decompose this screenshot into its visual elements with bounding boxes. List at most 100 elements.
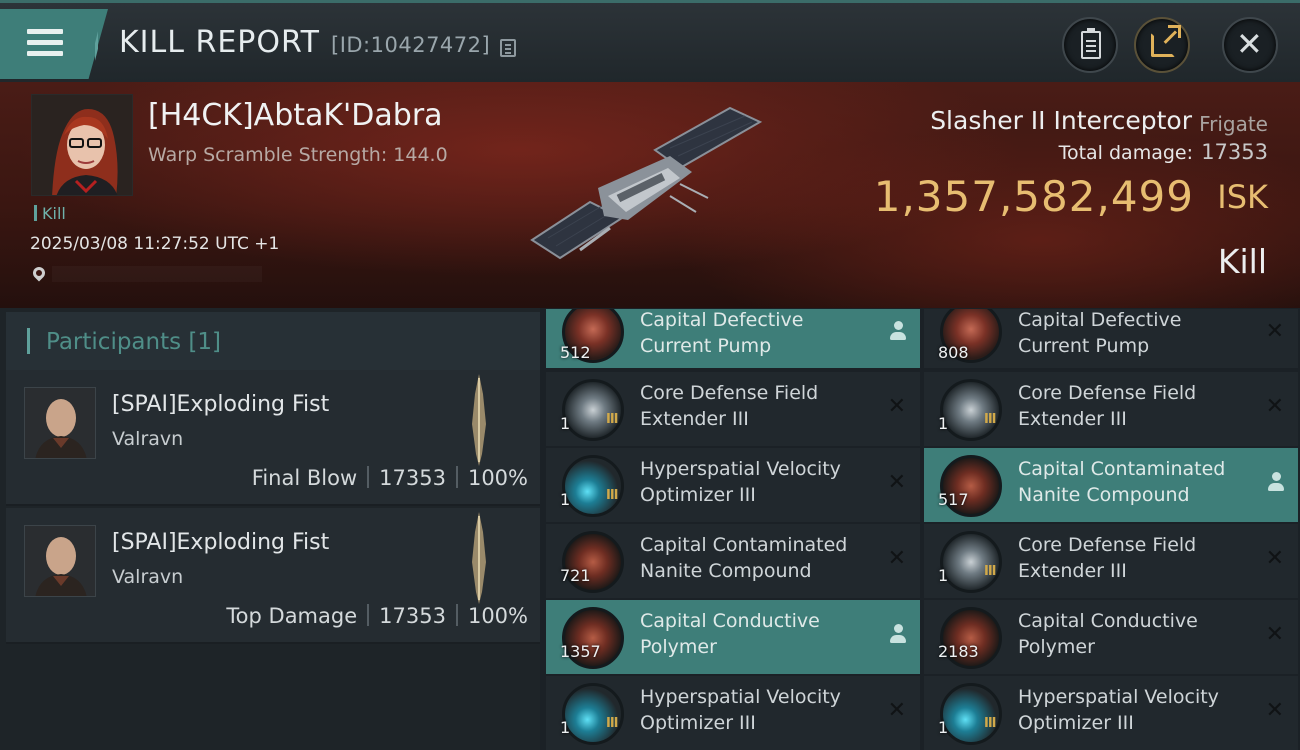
module-item[interactable]: 1 III Hyperspatial Velocity Optimizer III ✕: [546, 448, 920, 522]
close-icon: ✕: [1236, 25, 1263, 63]
divider: [367, 604, 370, 626]
destroyed-x-icon: ✕: [1265, 546, 1284, 571]
module-quantity: 1: [560, 490, 571, 509]
participant-name: [SPAI]Exploding Fist: [112, 392, 330, 417]
module-item[interactable]: 512 Capital Defective Current Pump: [546, 309, 920, 368]
participant-row[interactable]: [SPAI]Exploding Fist Valravn Final Blow 1…: [6, 370, 540, 506]
share-icon: [1151, 25, 1181, 57]
hamburger-icon-line: [27, 40, 63, 45]
victim-portrait[interactable]: [31, 94, 133, 196]
destroyed-x-icon: ✕: [887, 698, 906, 723]
participant-ship-icon[interactable]: [468, 512, 490, 604]
avatar[interactable]: [24, 387, 96, 459]
participant-corp: Valravn: [112, 566, 184, 588]
module-item[interactable]: 1 III Hyperspatial Velocity Optimizer III ✕: [546, 676, 920, 750]
share-button[interactable]: [1134, 17, 1190, 73]
module-tier-badge: III: [606, 488, 618, 503]
module-item[interactable]: 1 III Core Defense Field Extender III ✕: [924, 524, 1298, 598]
module-name: Capital Conductive Polymer: [1018, 610, 1198, 658]
victim-portrait-image: [32, 95, 132, 195]
velocity-optimizer-icon: [562, 683, 624, 745]
module-quantity: 721: [560, 566, 591, 585]
module-tier-badge: III: [606, 412, 618, 427]
module-tier-badge: III: [984, 412, 996, 427]
ship-silhouette-icon: [472, 374, 486, 466]
avatar[interactable]: [24, 525, 96, 597]
participants-panel: Participants [1] [SPAI]Exploding Fist Va…: [0, 308, 540, 750]
participant-damage: 17353: [379, 604, 446, 628]
shield-extender-icon: [562, 379, 624, 441]
copy-icon[interactable]: [500, 39, 516, 57]
clipboard-button[interactable]: [1062, 17, 1118, 73]
hamburger-icon-line: [27, 51, 63, 56]
victim-subtitle: Warp Scramble Strength: 144.0: [148, 144, 448, 166]
velocity-optimizer-icon: [562, 455, 624, 517]
dropped-person-icon: [890, 624, 906, 646]
module-name: Capital Conductive Polymer: [640, 610, 820, 658]
module-item[interactable]: 1357 Capital Conductive Polymer: [546, 600, 920, 674]
module-name: Capital Defective Current Pump: [1018, 309, 1182, 357]
participant-role: Final Blow: [251, 466, 358, 490]
module-item[interactable]: 721 Capital Contaminated Nanite Compound ✕: [546, 524, 920, 598]
module-tier-badge: III: [606, 716, 618, 731]
module-name: Capital Contaminated Nanite Compound: [1018, 458, 1226, 506]
participant-row[interactable]: [SPAI]Exploding Fist Valravn Top Damage 1…: [6, 508, 540, 644]
module-name: Hyperspatial Velocity Optimizer III: [1018, 686, 1219, 734]
divider: [455, 466, 458, 488]
participant-ship-icon[interactable]: [468, 374, 490, 466]
close-button[interactable]: ✕: [1222, 17, 1278, 73]
avatar-image: [25, 388, 95, 458]
module-name: Capital Defective Current Pump: [640, 309, 804, 357]
participant-percent: 100%: [467, 466, 528, 490]
module-name: Hyperspatial Velocity Optimizer III: [640, 686, 841, 734]
participants-title: Participants [1]: [46, 329, 221, 355]
participant-role: Top Damage: [226, 604, 358, 628]
destroyed-x-icon: ✕: [1265, 622, 1284, 647]
module-quantity: 1: [938, 414, 949, 433]
participant-damage: 17353: [379, 466, 446, 490]
destroyed-x-icon: ✕: [1265, 394, 1284, 419]
total-damage-label: Total damage:: [1058, 142, 1193, 164]
velocity-optimizer-icon: [940, 683, 1002, 745]
module-item[interactable]: 808 Capital Defective Current Pump ✕: [924, 309, 1298, 368]
victim-name[interactable]: [H4CK]AbtaK'Dabra: [148, 98, 443, 133]
module-name: Core Defense Field Extender III: [640, 382, 819, 430]
module-quantity: 512: [560, 343, 591, 362]
ship-silhouette-icon: [472, 512, 486, 604]
module-item[interactable]: 517 Capital Contaminated Nanite Compound: [924, 448, 1298, 522]
location-placeholder[interactable]: [52, 266, 262, 282]
module-tier-badge: III: [984, 716, 996, 731]
ship-name[interactable]: Slasher II Interceptor: [930, 106, 1192, 135]
ship-render[interactable]: [520, 100, 780, 280]
participant-stats: Top Damage 17353 100%: [226, 604, 528, 628]
participants-header[interactable]: Participants [1]: [6, 312, 540, 370]
avatar-image: [25, 526, 95, 596]
module-item[interactable]: 1 III Hyperspatial Velocity Optimizer III ✕: [924, 676, 1298, 750]
destroyed-x-icon: ✕: [887, 470, 906, 495]
module-quantity: 1: [560, 414, 571, 433]
kill-tag: Kill: [34, 204, 66, 223]
kill-report-window: KILL REPORT [ID:10427472] ✕ Kill [H4CK]A…: [0, 0, 1300, 750]
location-pin-icon: [30, 264, 48, 282]
shield-extender-icon: [940, 531, 1002, 593]
isk-value: 1,357,582,499: [873, 172, 1194, 221]
module-item[interactable]: 2183 Capital Conductive Polymer ✕: [924, 600, 1298, 674]
module-name: Core Defense Field Extender III: [1018, 382, 1197, 430]
hamburger-icon: [27, 29, 63, 34]
dropped-person-icon: [890, 321, 906, 343]
module-name: Capital Contaminated Nanite Compound: [640, 534, 848, 582]
divider: [455, 604, 458, 626]
kill-summary-banner: Kill [H4CK]AbtaK'Dabra Warp Scramble Str…: [0, 82, 1300, 308]
clipboard-icon: [1081, 28, 1101, 59]
module-name: Core Defense Field Extender III: [1018, 534, 1197, 582]
module-item[interactable]: 1 III Core Defense Field Extender III ✕: [924, 372, 1298, 446]
module-quantity: 517: [938, 490, 969, 509]
total-damage-value: 17353: [1201, 140, 1268, 164]
module-item[interactable]: 1 III Core Defense Field Extender III ✕: [546, 372, 920, 446]
participant-stats: Final Blow 17353 100%: [252, 466, 528, 490]
header-accent: [27, 328, 30, 354]
dropped-person-icon: [1268, 472, 1284, 494]
destroyed-x-icon: ✕: [1265, 698, 1284, 723]
participant-percent: 100%: [467, 604, 528, 628]
page-title: KILL REPORT: [119, 25, 320, 60]
